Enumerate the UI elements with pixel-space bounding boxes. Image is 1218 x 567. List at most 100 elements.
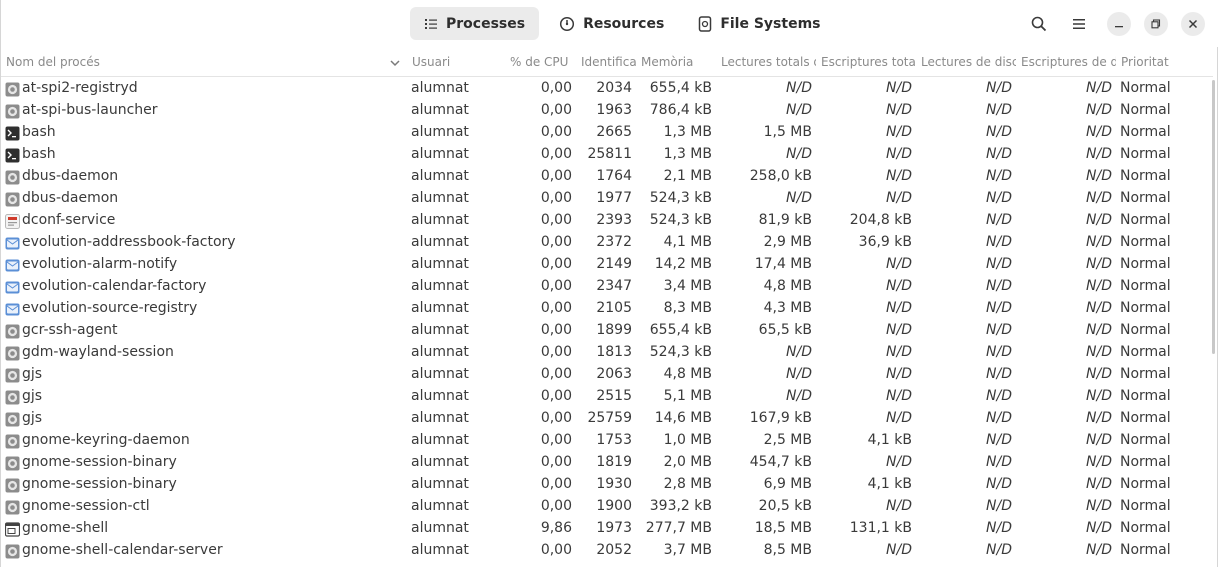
column-header-disk-writes[interactable]: Escriptures de di: [1021, 55, 1116, 69]
process-priority: Normal: [1120, 278, 1171, 294]
process-priority: Normal: [1120, 454, 1171, 470]
tab-file-systems[interactable]: File Systems: [684, 7, 834, 40]
maximize-button[interactable]: [1144, 12, 1168, 36]
table-row[interactable]: gnome-shell-calendar-server alumnat 0,00 20…: [1, 540, 1213, 562]
process-name: at-spi-bus-launcher: [22, 102, 158, 118]
close-button[interactable]: [1181, 12, 1205, 36]
process-total-reads: N/D: [786, 344, 812, 360]
minimize-icon: [1115, 26, 1123, 28]
gear-process-icon: [5, 192, 20, 207]
process-user: alumnat: [411, 366, 469, 382]
process-total-writes: N/D: [886, 322, 912, 338]
table-row[interactable]: evolution-source-registry alumnat 0,00 2105…: [1, 298, 1213, 320]
table-row[interactable]: bash alumnat 0,00 25811 1,3 MB N/D N/D N/D N/D No…: [1, 144, 1213, 166]
table-row[interactable]: bash alumnat 0,00 2665 1,3 MB 1,5 MB N/D N/D N/D…: [1, 122, 1213, 144]
process-total-writes: N/D: [886, 410, 912, 426]
tab-resources[interactable]: Resources: [545, 7, 678, 40]
view-switcher: Processes Resources File Systems: [410, 7, 841, 40]
gear-process-icon: [5, 104, 20, 119]
table-row[interactable]: at-spi2-registryd alumnat 0,00 2034 655,4 kB…: [1, 78, 1213, 100]
table-row[interactable]: evolution-alarm-notify alumnat 0,00 2149 14,…: [1, 254, 1213, 276]
tab-processes[interactable]: Processes: [410, 7, 540, 40]
terminal-process-icon: [5, 126, 20, 141]
process-memory: 14,6 MB: [654, 410, 712, 426]
table-row[interactable]: gnome-session-ctl alumnat 0,00 1900 393,2 kB…: [1, 496, 1213, 518]
process-cpu: 0,00: [540, 80, 572, 96]
table-row[interactable]: gnome-shell alumnat 9,86 1973 277,7 MB 18,5 M…: [1, 518, 1213, 540]
process-cpu: 0,00: [540, 212, 572, 228]
table-row[interactable]: evolution-calendar-factory alumnat 0,00 234…: [1, 276, 1213, 298]
column-header-total-writes[interactable]: Escriptures total: [821, 55, 916, 69]
search-button[interactable]: [1025, 10, 1053, 38]
process-disk-reads: N/D: [986, 234, 1012, 250]
column-header-disk-reads[interactable]: Lectures de disc: [921, 55, 1016, 69]
process-name: gcr-ssh-agent: [22, 322, 118, 338]
process-user: alumnat: [411, 476, 469, 492]
process-id: 25811: [587, 146, 632, 162]
column-header-label: Escriptures de di: [1021, 55, 1116, 69]
process-disk-writes: N/D: [1086, 366, 1112, 382]
process-total-reads: 17,4 MB: [754, 256, 812, 272]
process-user: alumnat: [411, 344, 469, 360]
table-row[interactable]: gcr-ssh-agent alumnat 0,00 1899 655,4 kB 65,5…: [1, 320, 1213, 342]
process-list: at-spi2-registryd alumnat 0,00 2034 655,4 kB…: [1, 78, 1213, 562]
process-memory: 655,4 kB: [649, 322, 712, 338]
process-memory: 393,2 kB: [649, 498, 712, 514]
column-header-name[interactable]: Nom del procés: [6, 55, 386, 69]
column-header-user[interactable]: Usuari: [412, 55, 502, 69]
minimize-button[interactable]: [1107, 12, 1131, 36]
process-total-reads: 65,5 kB: [758, 322, 812, 338]
process-user: alumnat: [411, 388, 469, 404]
process-priority: Normal: [1120, 146, 1171, 162]
table-row[interactable]: dbus-daemon alumnat 0,00 1977 524,3 kB N/D N/D…: [1, 188, 1213, 210]
table-row[interactable]: gnome-session-binary alumnat 0,00 1819 2,0 M…: [1, 452, 1213, 474]
process-user: alumnat: [411, 102, 469, 118]
process-total-reads: N/D: [786, 190, 812, 206]
process-disk-writes: N/D: [1086, 476, 1112, 492]
menu-icon: [1073, 19, 1085, 29]
main-menu-button[interactable]: [1065, 10, 1093, 38]
process-disk-reads: N/D: [986, 278, 1012, 294]
process-id: 2105: [596, 300, 632, 316]
tab-label: Processes: [446, 15, 526, 32]
process-disk-writes: N/D: [1086, 410, 1112, 426]
process-user: alumnat: [411, 300, 469, 316]
process-cpu: 0,00: [540, 322, 572, 338]
table-row[interactable]: gjs alumnat 0,00 2063 4,8 MB N/D N/D N/D N/D Norm…: [1, 364, 1213, 386]
table-row[interactable]: gnome-session-binary alumnat 0,00 1930 2,8 M…: [1, 474, 1213, 496]
process-priority: Normal: [1120, 542, 1171, 558]
process-disk-writes: N/D: [1086, 146, 1112, 162]
column-header-cpu[interactable]: % de CPU: [510, 55, 572, 69]
process-user: alumnat: [411, 322, 469, 338]
table-row[interactable]: dconf-service alumnat 0,00 2393 524,3 kB 81,9…: [1, 210, 1213, 232]
table-row[interactable]: gjs alumnat 0,00 25759 14,6 MB 167,9 kB N/D N/D…: [1, 408, 1213, 430]
process-cpu: 0,00: [540, 300, 572, 316]
process-name: bash: [22, 124, 56, 140]
sort-chevron-down-icon[interactable]: [390, 59, 400, 67]
vertical-scrollbar[interactable]: [1212, 80, 1215, 354]
process-memory: 5,1 MB: [663, 388, 712, 404]
table-row[interactable]: at-spi-bus-launcher alumnat 0,00 1963 786,4 …: [1, 100, 1213, 122]
gear-process-icon: [5, 368, 20, 383]
process-total-writes: N/D: [886, 388, 912, 404]
table-row[interactable]: dbus-daemon alumnat 0,00 1764 2,1 MB 258,0 kB…: [1, 166, 1213, 188]
process-disk-writes: N/D: [1086, 278, 1112, 294]
process-cpu: 0,00: [540, 102, 572, 118]
column-header-memory[interactable]: Memòria: [641, 55, 716, 69]
process-total-reads: N/D: [786, 80, 812, 96]
process-memory: 524,3 kB: [649, 190, 712, 206]
process-cpu: 0,00: [540, 256, 572, 272]
column-header-id[interactable]: Identifica: [581, 55, 636, 69]
column-header-label: Lectures de disc: [921, 55, 1016, 69]
process-memory: 1,3 MB: [663, 146, 712, 162]
process-id: 1900: [596, 498, 632, 514]
process-total-reads: 18,5 MB: [754, 520, 812, 536]
table-row[interactable]: gnome-keyring-daemon alumnat 0,00 1753 1,0 M…: [1, 430, 1213, 452]
table-row[interactable]: gdm-wayland-session alumnat 0,00 1813 524,3 …: [1, 342, 1213, 364]
column-header-total-reads[interactable]: Lectures totals d: [721, 55, 816, 69]
table-row[interactable]: evolution-addressbook-factory alumnat 0,00…: [1, 232, 1213, 254]
process-total-reads: 6,9 MB: [763, 476, 812, 492]
table-row[interactable]: gjs alumnat 0,00 2515 5,1 MB N/D N/D N/D N/D Norm…: [1, 386, 1213, 408]
gear-process-icon: [5, 412, 20, 427]
column-header-priority[interactable]: Prioritat: [1121, 55, 1191, 69]
